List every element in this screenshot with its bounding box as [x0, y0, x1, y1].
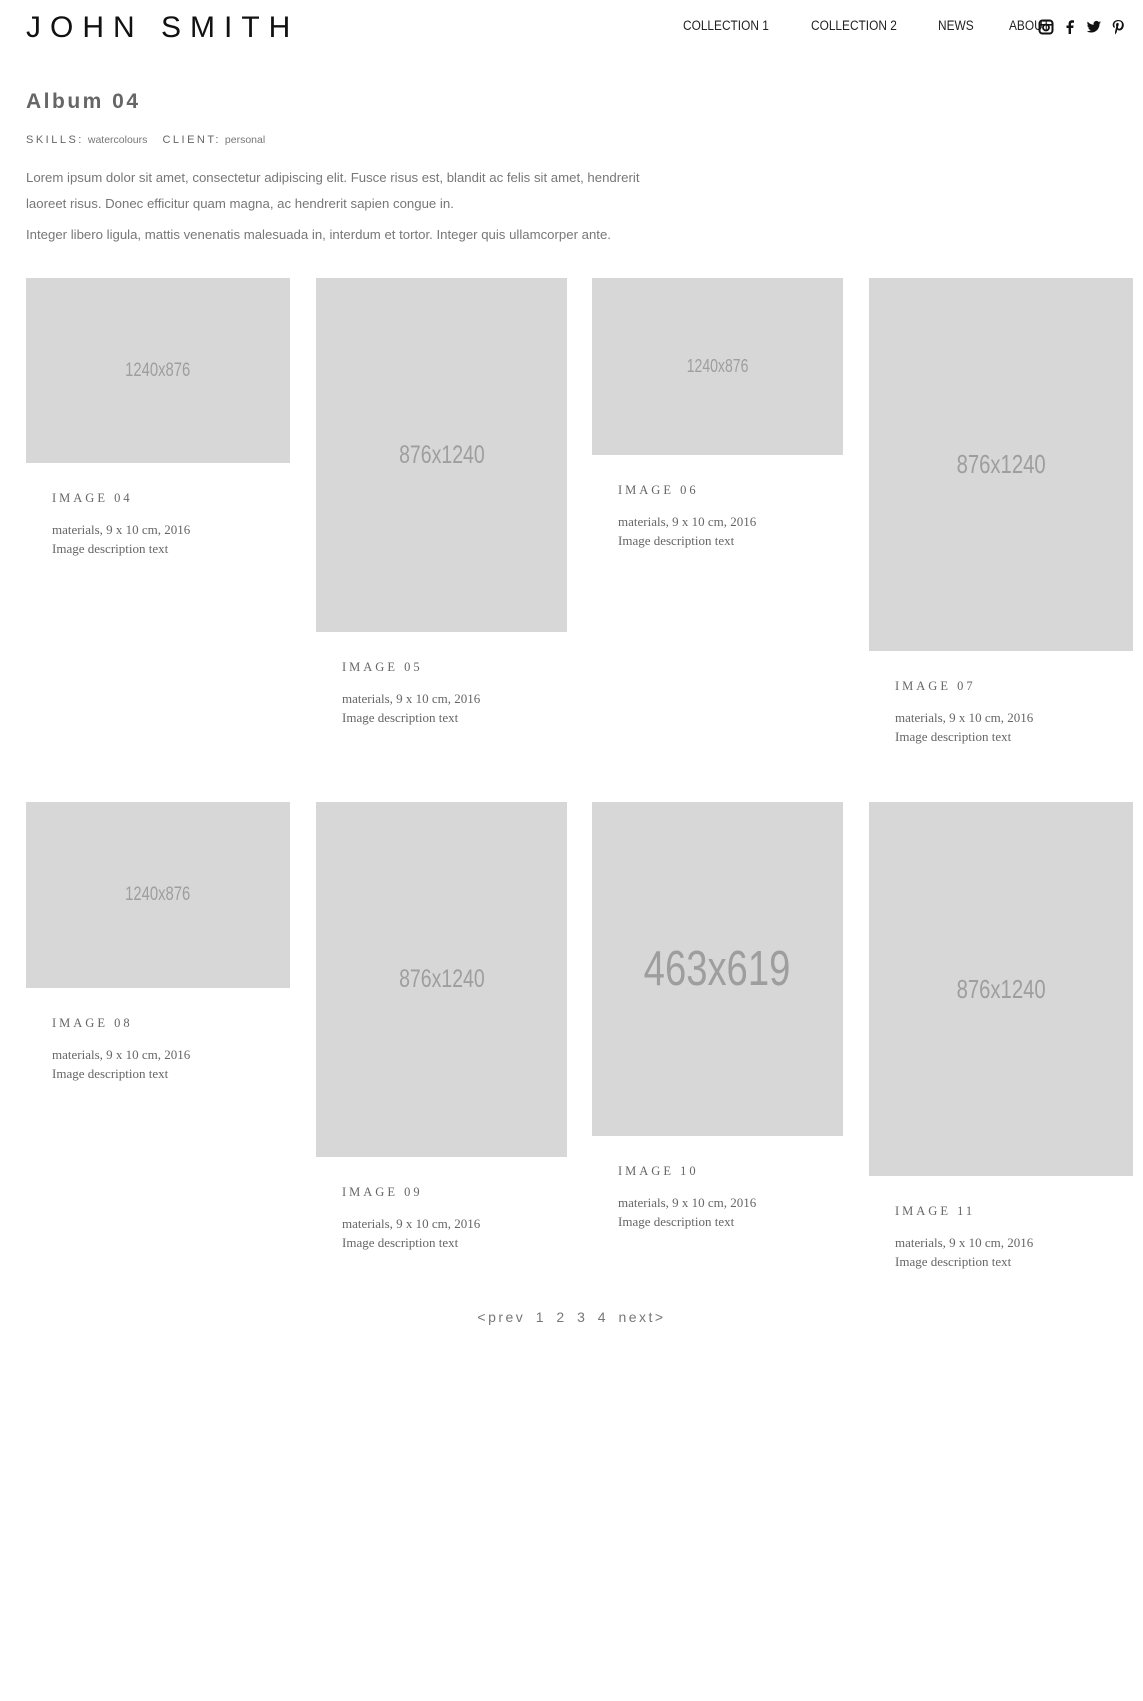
page-link-1[interactable]: 1	[536, 1309, 546, 1325]
image-caption: IMAGE 07 materials, 9 x 10 cm, 2016 Imag…	[869, 678, 1133, 746]
image-description: Image description text	[52, 1066, 169, 1081]
placeholder-label: 1240x876	[125, 359, 191, 381]
album-intro: Lorem ipsum dolor sit amet, consectetur …	[26, 165, 676, 248]
image-placeholder[interactable]: 876x1240	[869, 802, 1133, 1176]
page-link-3[interactable]: 3	[577, 1309, 587, 1325]
image-placeholder[interactable]: 1240x876	[26, 802, 290, 988]
placeholder-label: 463x619	[644, 942, 791, 996]
image-title: IMAGE 06	[618, 483, 699, 497]
image-placeholder[interactable]: 1240x876	[592, 278, 843, 455]
image-caption: IMAGE 09 materials, 9 x 10 cm, 2016 Imag…	[316, 1184, 567, 1252]
image-description: Image description text	[895, 729, 1012, 744]
intro-paragraph: Integer libero ligula, mattis venenatis …	[26, 227, 611, 242]
image-title: IMAGE 10	[618, 1164, 699, 1178]
gallery-item[interactable]: 876x1240 IMAGE 07 materials, 9 x 10 cm, …	[869, 278, 1133, 746]
client-label: CLIENT:	[162, 134, 221, 146]
next-link[interactable]: next>	[618, 1309, 665, 1325]
image-caption: IMAGE 04 materials, 9 x 10 cm, 2016 Imag…	[26, 490, 290, 558]
image-materials: materials, 9 x 10 cm, 2016	[342, 691, 481, 706]
prev-link[interactable]: <prev	[477, 1309, 525, 1325]
social-links	[1038, 19, 1134, 35]
image-placeholder[interactable]: 876x1240	[316, 278, 567, 632]
gallery-item[interactable]: 876x1240 IMAGE 05 materials, 9 x 10 cm, …	[316, 278, 567, 727]
main-nav: COLLECTION 1 COLLECTION 2 NEWS ABOUT	[683, 17, 1085, 35]
gallery-item[interactable]: 876x1240 IMAGE 09 materials, 9 x 10 cm, …	[316, 802, 567, 1252]
image-description: Image description text	[895, 1254, 1012, 1269]
gallery-item[interactable]: 463x619 IMAGE 10 materials, 9 x 10 cm, 2…	[592, 802, 843, 1231]
placeholder-label: 1240x876	[125, 884, 191, 905]
image-title: IMAGE 08	[52, 1016, 133, 1030]
instagram-icon[interactable]	[1038, 19, 1054, 35]
twitter-icon[interactable]	[1086, 19, 1102, 35]
skills-label: SKILLS:	[26, 134, 84, 146]
page-link-2[interactable]: 2	[556, 1309, 566, 1325]
site-brand[interactable]: JOHN SMITH	[26, 10, 299, 46]
placeholder-label: 1240x876	[686, 356, 749, 376]
nav-item-collection-1[interactable]: COLLECTION 1	[683, 17, 769, 35]
image-title: IMAGE 11	[895, 1204, 976, 1218]
album-title: Album 04	[26, 90, 141, 113]
image-title: IMAGE 07	[895, 679, 976, 693]
image-materials: materials, 9 x 10 cm, 2016	[618, 514, 757, 529]
image-caption: IMAGE 05 materials, 9 x 10 cm, 2016 Imag…	[316, 659, 567, 727]
image-materials: materials, 9 x 10 cm, 2016	[895, 710, 1034, 725]
placeholder-label: 876x1240	[956, 449, 1046, 479]
image-description: Image description text	[342, 1235, 459, 1250]
image-title: IMAGE 05	[342, 660, 423, 674]
facebook-icon[interactable]	[1062, 19, 1078, 35]
page-link-4[interactable]: 4	[598, 1309, 608, 1325]
placeholder-label: 876x1240	[956, 973, 1046, 1004]
image-caption: IMAGE 10 materials, 9 x 10 cm, 2016 Imag…	[592, 1163, 843, 1231]
image-description: Image description text	[342, 710, 459, 725]
image-placeholder[interactable]: 876x1240	[869, 278, 1133, 651]
client-value: personal	[224, 134, 266, 146]
image-placeholder[interactable]: 1240x876	[26, 278, 290, 463]
image-placeholder[interactable]: 876x1240	[316, 802, 567, 1157]
image-title: IMAGE 09	[342, 1185, 423, 1199]
skills-value: watercolours	[87, 134, 148, 146]
image-caption: IMAGE 08 materials, 9 x 10 cm, 2016 Imag…	[26, 1015, 290, 1083]
pagination: <prev 1 2 3 4 next>	[0, 1308, 1143, 1326]
image-caption: IMAGE 06 materials, 9 x 10 cm, 2016 Imag…	[592, 482, 843, 550]
image-materials: materials, 9 x 10 cm, 2016	[618, 1195, 757, 1210]
placeholder-label: 876x1240	[398, 440, 485, 469]
album-meta: SKILLS: watercolours CLIENT: personal	[26, 132, 277, 148]
image-description: Image description text	[618, 1214, 735, 1229]
gallery-item[interactable]: 1240x876 IMAGE 08 materials, 9 x 10 cm, …	[26, 802, 290, 1083]
nav-item-news[interactable]: NEWS	[938, 17, 974, 35]
image-materials: materials, 9 x 10 cm, 2016	[342, 1216, 481, 1231]
gallery-item[interactable]: 1240x876 IMAGE 06 materials, 9 x 10 cm, …	[592, 278, 843, 550]
intro-paragraph: Lorem ipsum dolor sit amet, consectetur …	[26, 170, 640, 211]
image-description: Image description text	[618, 533, 735, 548]
image-placeholder[interactable]: 463x619	[592, 802, 843, 1136]
image-materials: materials, 9 x 10 cm, 2016	[52, 522, 191, 537]
image-materials: materials, 9 x 10 cm, 2016	[52, 1047, 191, 1062]
gallery-item[interactable]: 876x1240 IMAGE 11 materials, 9 x 10 cm, …	[869, 802, 1133, 1271]
placeholder-label: 876x1240	[398, 965, 485, 993]
image-description: Image description text	[52, 541, 169, 556]
nav-item-collection-2[interactable]: COLLECTION 2	[811, 17, 897, 35]
pinterest-icon[interactable]	[1110, 19, 1126, 35]
image-materials: materials, 9 x 10 cm, 2016	[895, 1235, 1034, 1250]
image-caption: IMAGE 11 materials, 9 x 10 cm, 2016 Imag…	[869, 1203, 1133, 1271]
image-title: IMAGE 04	[52, 491, 133, 505]
gallery-item[interactable]: 1240x876 IMAGE 04 materials, 9 x 10 cm, …	[26, 278, 290, 558]
